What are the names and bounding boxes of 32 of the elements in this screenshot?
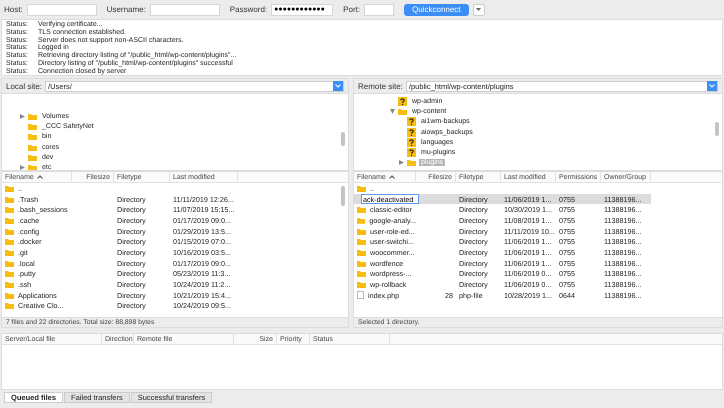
field-label: Port: xyxy=(343,5,360,14)
sort-up-icon xyxy=(388,175,395,179)
dropdown-button[interactable] xyxy=(333,81,343,91)
caret-icon xyxy=(335,84,341,88)
sort-up-icon xyxy=(36,175,43,179)
site-label: Local site: xyxy=(6,82,42,90)
scrollbar-thumb[interactable] xyxy=(715,122,719,136)
field-label: Host: xyxy=(4,5,23,14)
expand-arrow-icon[interactable] xyxy=(20,165,25,170)
question-folder-icon xyxy=(407,128,416,137)
text-field[interactable] xyxy=(26,4,97,16)
question-folder-icon xyxy=(407,148,416,158)
port-field[interactable] xyxy=(364,4,394,16)
text-field[interactable] xyxy=(150,4,220,16)
scrollbar-thumb[interactable] xyxy=(341,132,345,146)
field-label: Username: xyxy=(106,5,146,14)
caret-icon xyxy=(709,84,715,88)
dropdown-button[interactable] xyxy=(472,4,485,16)
folder-icon xyxy=(398,108,407,115)
folder-icon xyxy=(407,159,416,166)
question-folder-icon xyxy=(398,96,407,106)
file-icon xyxy=(357,291,364,300)
scrollbar-thumb[interactable] xyxy=(341,186,345,206)
expand-arrow-icon[interactable] xyxy=(20,114,25,119)
dropdown-button[interactable] xyxy=(707,81,717,91)
site-label: Remote site: xyxy=(358,82,403,90)
question-folder-icon xyxy=(407,138,416,147)
caret-icon xyxy=(476,8,482,11)
collapse-arrow-icon[interactable] xyxy=(390,108,395,114)
expand-arrow-icon[interactable] xyxy=(399,160,404,166)
question-folder-icon xyxy=(407,117,416,126)
field-label: Password: xyxy=(230,5,268,14)
